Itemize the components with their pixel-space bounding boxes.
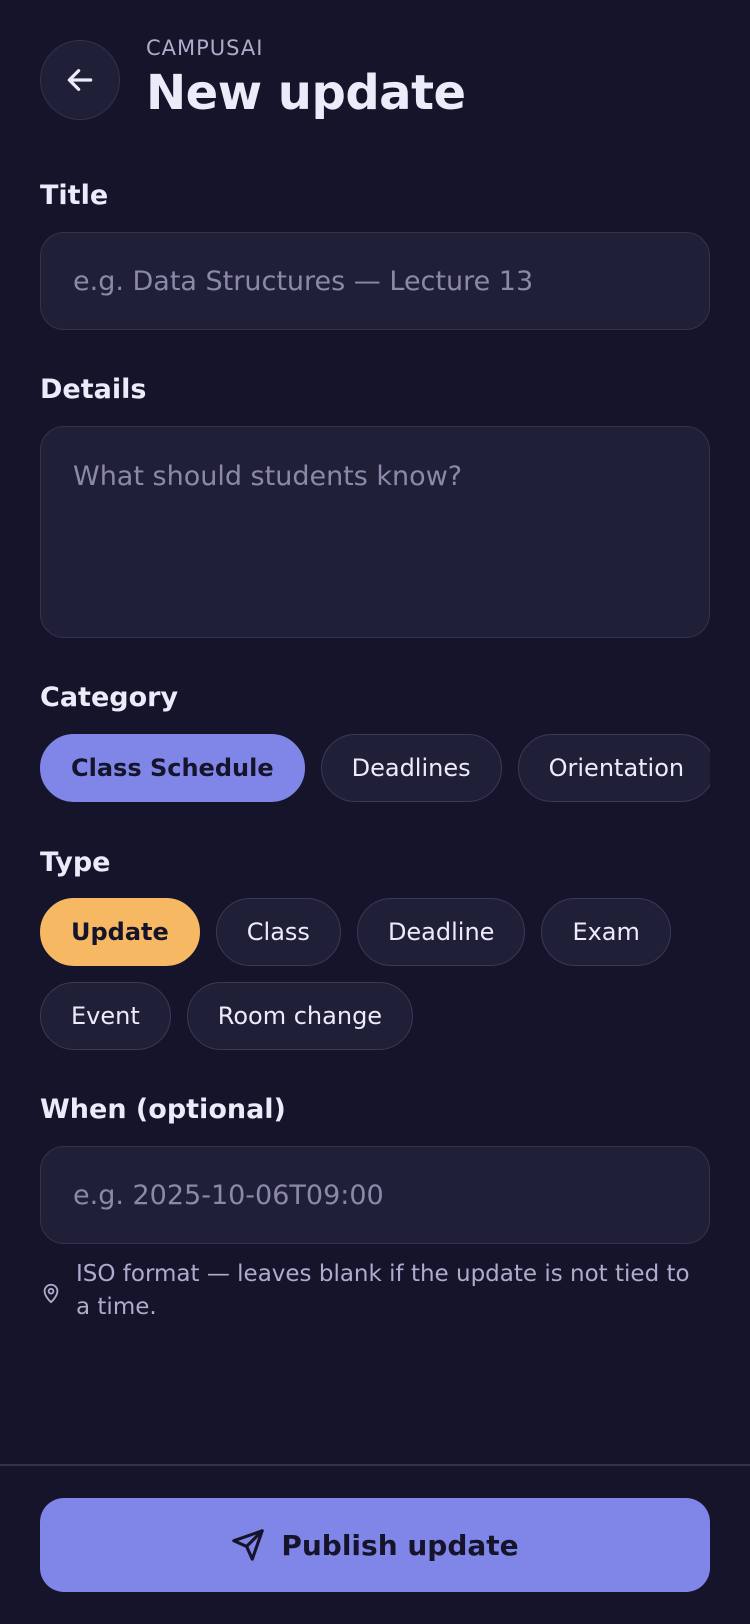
type-chip-class[interactable]: Class <box>215 898 341 966</box>
type-chips-row-2: Event Room change <box>40 982 414 1050</box>
header-titles: CAMPUSAI New update <box>146 35 466 121</box>
back-button[interactable] <box>40 40 120 120</box>
type-label: Type <box>40 847 111 878</box>
category-chip-scroller[interactable]: Class Schedule Deadlines Orientation <box>40 734 710 804</box>
category-chip-class-schedule[interactable]: Class Schedule <box>40 734 305 802</box>
publish-label: Publish update <box>281 1528 519 1562</box>
type-chip-event[interactable]: Event <box>40 982 171 1050</box>
page-title: New update <box>146 64 466 121</box>
publish-button[interactable]: Publish update <box>40 1498 710 1592</box>
details-label: Details <box>40 374 147 405</box>
category-label: Category <box>40 682 179 713</box>
when-input[interactable] <box>40 1146 710 1244</box>
map-pin-icon <box>43 1283 59 1304</box>
when-hint: ISO format — leaves blank if the update … <box>40 1258 710 1324</box>
title-input[interactable] <box>40 232 710 330</box>
header: CAMPUSAI New update <box>40 35 466 121</box>
send-icon <box>232 1529 265 1561</box>
details-textarea[interactable] <box>40 426 710 638</box>
type-chip-exam[interactable]: Exam <box>541 898 671 966</box>
arrow-left-icon <box>67 69 93 91</box>
type-chip-deadline[interactable]: Deadline <box>356 898 526 966</box>
type-chips-row-1: Update Class Deadline Exam <box>40 898 671 966</box>
category-chip-orientation[interactable]: Orientation <box>517 734 710 802</box>
when-label: When (optional) <box>40 1094 286 1125</box>
footer-divider <box>0 1464 750 1466</box>
type-chip-update[interactable]: Update <box>40 898 200 966</box>
title-label: Title <box>40 180 109 211</box>
category-chip-deadlines[interactable]: Deadlines <box>320 734 502 802</box>
category-chips: Class Schedule Deadlines Orientation <box>40 734 710 802</box>
hint-text: ISO format — leaves blank if the update … <box>76 1261 690 1320</box>
new-update-screen: CAMPUSAI New update Title Details Catego… <box>0 0 750 1624</box>
app-name: CAMPUSAI <box>146 35 264 60</box>
type-chip-room-change[interactable]: Room change <box>186 982 414 1050</box>
